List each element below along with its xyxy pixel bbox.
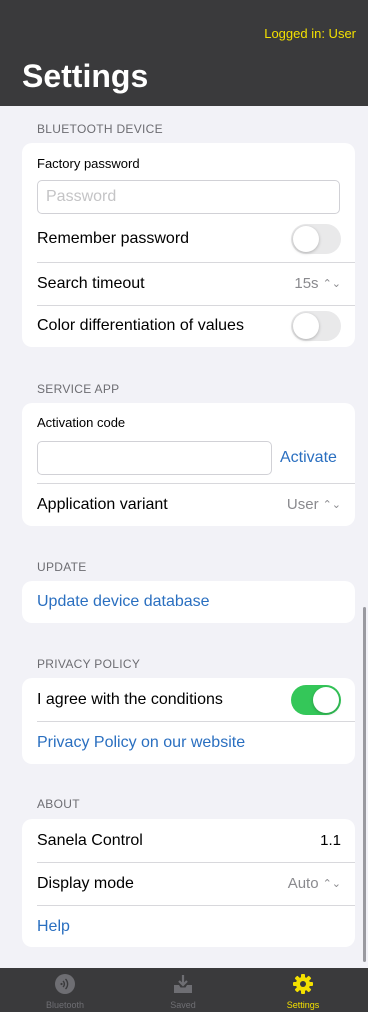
tab-label: Bluetooth [45,1000,85,1010]
card-about: Sanela Control 1.1 Display mode Auto ⌃⌄ … [22,819,355,947]
factory-password-label: Factory password [37,155,140,171]
section-header-privacy: PRIVACY POLICY [37,657,141,671]
card-bluetooth-device: Factory password Password Remember passw… [22,143,355,347]
application-variant-select[interactable]: User ⌃⌄ [287,496,341,513]
search-timeout-select[interactable]: 15s ⌃⌄ [294,275,341,292]
remember-password-label: Remember password [37,230,190,247]
download-tray-icon [174,975,192,993]
update-database-link[interactable]: Update device database [37,593,210,611]
tab-label: Saved [170,1000,196,1010]
factory-password-label-row: Factory password [37,151,355,175]
tab-bar: Bluetooth Saved Settings [0,968,368,1012]
top-bar: Logged in: User Settings [0,0,368,106]
app-name-row: Sanela Control [37,819,355,862]
toggle-knob [293,313,319,339]
password-input[interactable]: Password [37,180,340,214]
card-privacy-policy: I agree with the conditions Privacy Poli… [22,678,355,764]
login-status[interactable]: Logged in: User [264,26,356,41]
color-differentiation-label: Color differentiation of values [37,317,244,334]
agree-conditions-label: I agree with the conditions [37,690,223,708]
display-mode-select[interactable]: Auto ⌃⌄ [288,875,341,892]
toggle-knob [293,226,319,252]
chevron-up-down-icon: ⌃⌄ [322,499,341,511]
section-header-bluetooth: BLUETOOTH DEVICE [37,122,163,136]
app-version: 1.1 [320,832,341,849]
card-service-app: Activation code Activate Application var… [22,403,355,526]
tab-saved[interactable]: Saved [143,968,223,1012]
gear-icon [293,974,313,994]
display-mode-label: Display mode [37,875,134,892]
tab-bluetooth[interactable]: Bluetooth [25,968,105,1012]
chevron-up-down-icon: ⌃⌄ [322,878,341,890]
bluetooth-signal-icon [55,974,75,994]
application-variant-value: User [286,496,319,513]
section-header-update: UPDATE [37,560,87,574]
privacy-policy-link[interactable]: Privacy Policy on our website [37,734,245,752]
section-header-about: ABOUT [37,797,80,811]
agree-conditions-toggle[interactable] [291,685,341,715]
page-title: Settings [22,58,149,94]
activation-code-input[interactable] [37,441,272,475]
update-database-row[interactable]: Update device database [37,581,355,623]
tab-settings[interactable]: Settings [263,968,343,1012]
activate-button[interactable]: Activate [280,449,337,467]
help-row[interactable]: Help [37,906,355,947]
activation-code-label-row: Activation code [37,411,355,433]
application-variant-label: Application variant [37,496,168,513]
section-header-service-app: SERVICE APP [37,382,120,396]
scrollbar[interactable] [363,607,366,962]
remember-password-toggle[interactable] [291,224,341,254]
tab-label: Settings [286,1000,320,1010]
search-timeout-label: Search timeout [37,275,145,292]
settings-scroll-area[interactable]: BLUETOOTH DEVICE Factory password Passwo… [0,106,368,968]
color-differentiation-toggle[interactable] [291,311,341,341]
privacy-website-row[interactable]: Privacy Policy on our website [37,722,355,764]
display-mode-value: Auto [287,875,319,892]
app-name-label: Sanela Control [37,831,143,849]
help-link[interactable]: Help [37,918,70,936]
search-timeout-value: 15s [294,275,319,292]
activation-code-label: Activation code [37,414,126,430]
chevron-up-down-icon: ⌃⌄ [322,278,341,290]
card-update: Update device database [22,581,355,623]
toggle-knob [313,687,339,713]
